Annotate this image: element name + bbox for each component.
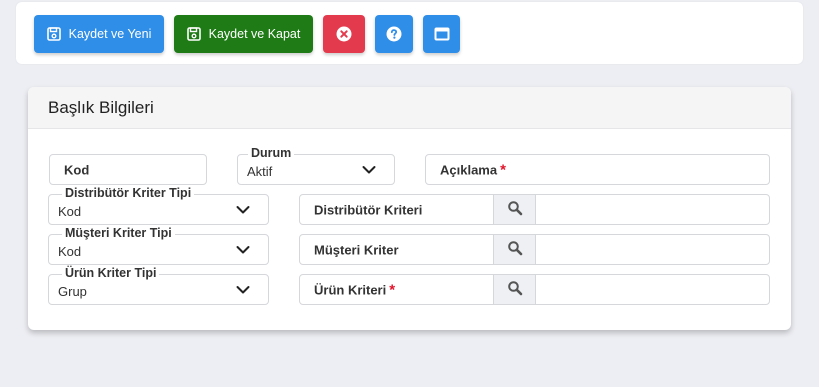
save-and-new-button[interactable]: Kaydet ve Yeni	[34, 15, 164, 53]
chevron-down-icon	[362, 162, 376, 177]
product-criteria-lookup: Ürün Kriteri *	[299, 274, 770, 305]
product-criteria-type-label: Ürün Kriter Tipi	[62, 266, 160, 280]
kod-placeholder: Kod	[64, 162, 90, 177]
chevron-down-icon	[236, 242, 250, 257]
question-circle-icon	[386, 26, 402, 42]
distributor-criteria-placeholder: Distribütör Kriteri	[314, 202, 423, 217]
help-button[interactable]	[375, 15, 413, 53]
customer-criteria-type-select[interactable]: Müşteri Kriter Tipi Kod	[48, 226, 269, 265]
customer-criteria-type-value: Kod	[58, 244, 82, 259]
aciklama-placeholder: Açıklama *	[440, 161, 506, 178]
distributor-criteria-type-label: Distribütör Kriter Tipi	[62, 186, 195, 200]
customer-criteria-lookup: Müşteri Kriter	[299, 234, 770, 265]
floppy-disk-icon	[186, 27, 201, 41]
customer-criteria-placeholder: Müşteri Kriter	[314, 242, 399, 257]
required-mark: *	[500, 161, 506, 178]
save-and-new-label: Kaydet ve Yeni	[68, 27, 152, 41]
distributor-criteria-type-select[interactable]: Distribütör Kriter Tipi Kod	[48, 186, 269, 225]
search-button[interactable]	[493, 195, 536, 224]
chevron-down-icon	[236, 202, 250, 217]
aciklama-input[interactable]: Açıklama *	[425, 154, 770, 185]
required-mark: *	[389, 281, 396, 298]
search-button[interactable]	[493, 275, 536, 304]
window-button[interactable]	[423, 15, 460, 53]
toolbar: Kaydet ve Yeni Kaydet ve Kapat	[16, 2, 803, 64]
search-button[interactable]	[493, 235, 536, 264]
search-icon	[507, 200, 523, 219]
save-and-close-button[interactable]: Kaydet ve Kapat	[174, 15, 313, 53]
durum-label: Durum	[248, 146, 295, 160]
distributor-criteria-type-value: Kod	[58, 204, 82, 219]
product-criteria-type-select[interactable]: Ürün Kriter Tipi Grup	[48, 266, 269, 305]
customer-criteria-type-label: Müşteri Kriter Tipi	[62, 226, 175, 240]
distributor-criteria-lookup: Distribütör Kriteri	[299, 194, 770, 225]
close-circle-icon	[336, 26, 352, 42]
cancel-button[interactable]	[323, 15, 365, 53]
save-and-close-label: Kaydet ve Kapat	[208, 27, 301, 41]
product-criteria-placeholder: Ürün Kriteri *	[314, 281, 396, 298]
durum-value: Aktif	[247, 164, 273, 179]
chevron-down-icon	[236, 282, 250, 297]
floppy-disk-icon	[46, 27, 61, 41]
card-title: Başlık Bilgileri	[28, 87, 791, 129]
kod-input[interactable]: Kod	[49, 154, 207, 185]
search-icon	[507, 240, 523, 259]
product-criteria-type-value: Grup	[58, 284, 87, 299]
window-icon	[434, 27, 450, 41]
header-info-card: Başlık Bilgileri Kod Durum Aktif Açıklam…	[28, 87, 791, 330]
search-icon	[507, 280, 523, 299]
durum-select[interactable]: Durum Aktif	[237, 146, 395, 185]
